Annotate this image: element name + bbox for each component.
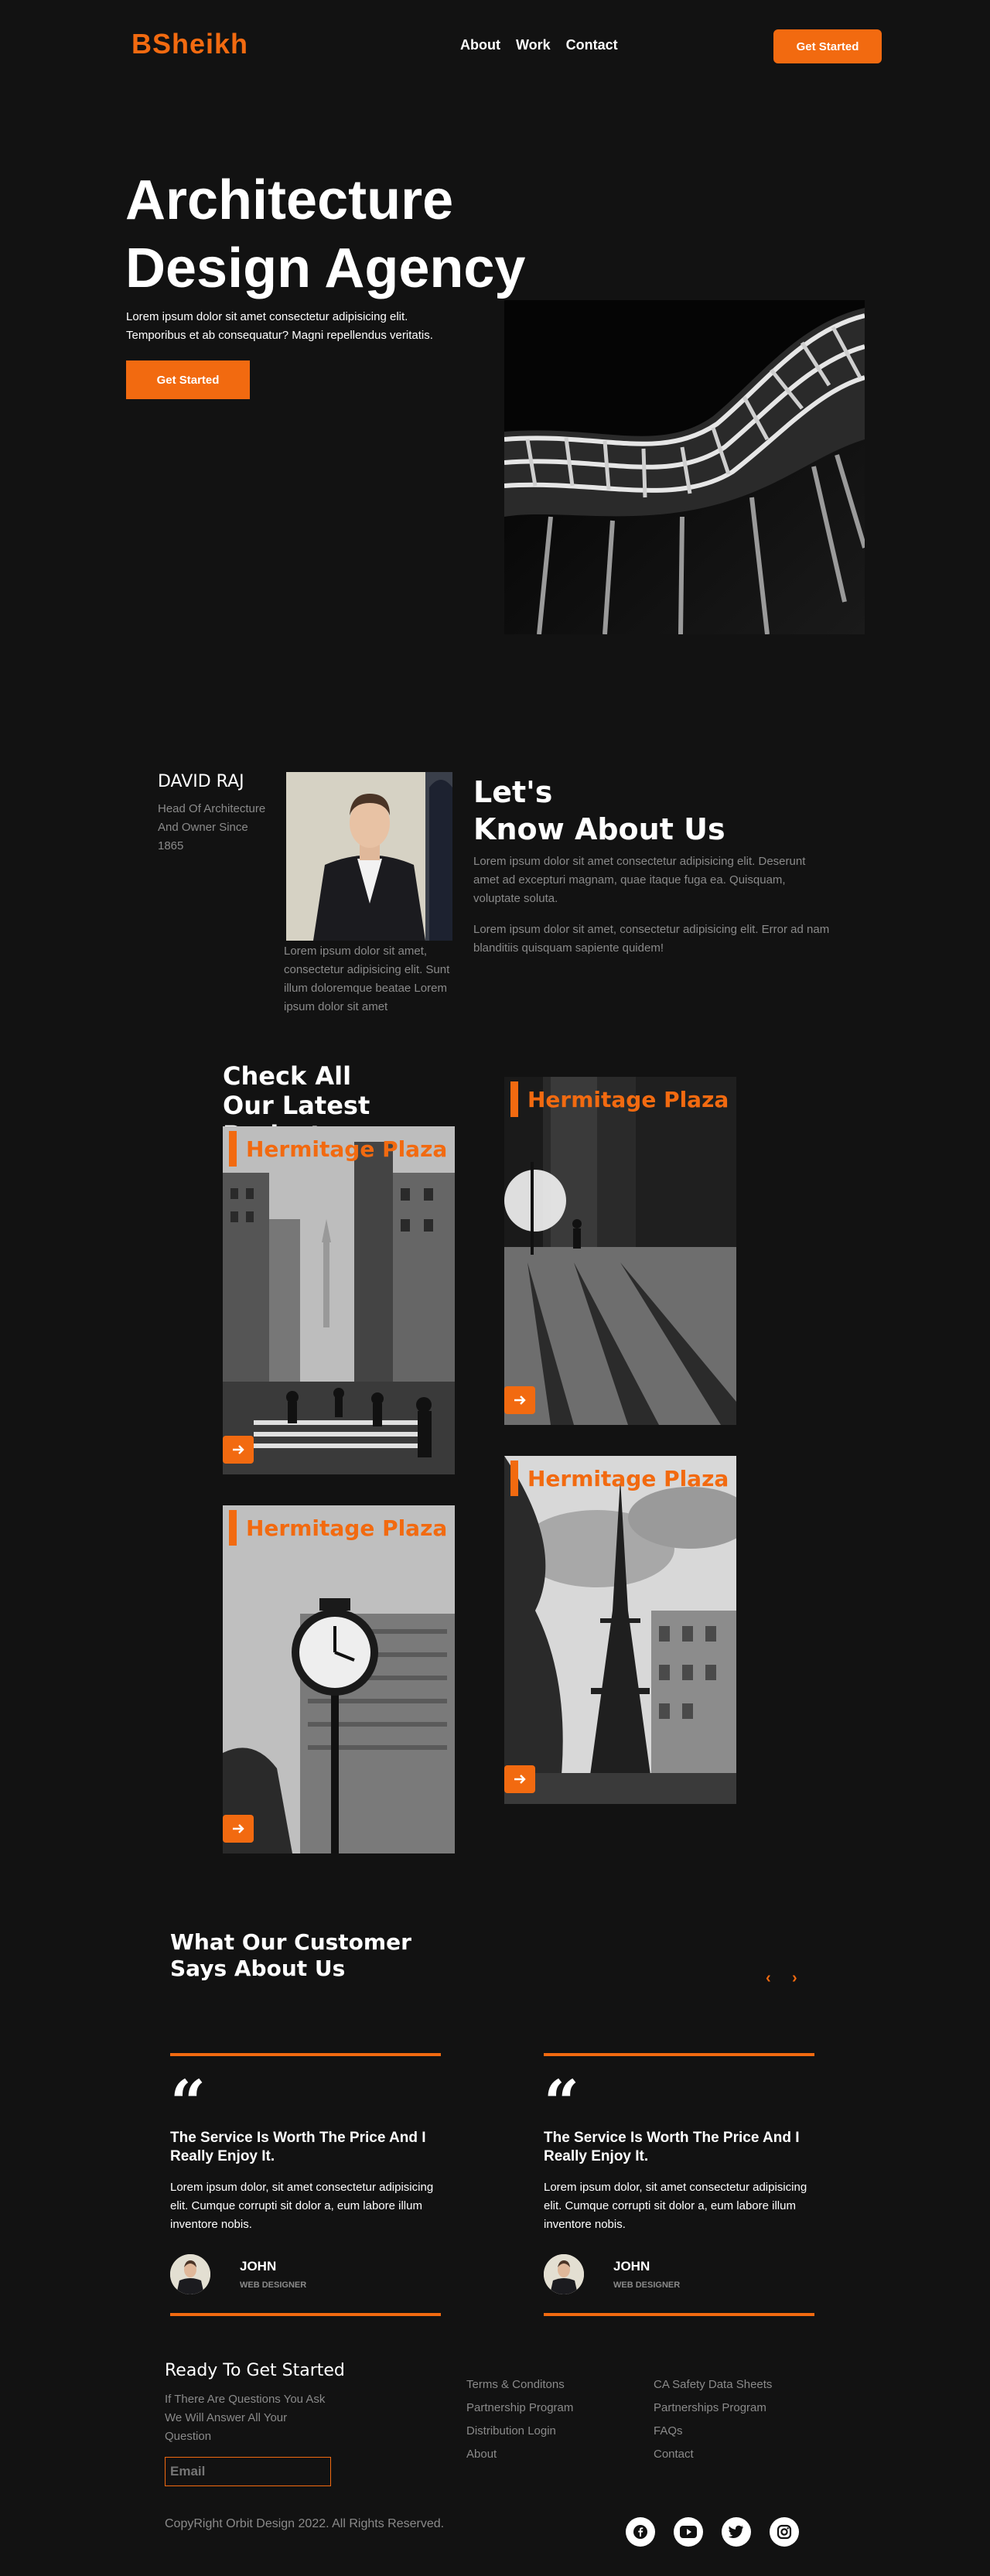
owner-photo — [286, 772, 452, 941]
hero-title: Architecture Design Agency — [125, 166, 667, 302]
hero-title-line: Design Agency — [125, 237, 526, 299]
footer-links-col1: Terms & Conditons Partnership Program Di… — [466, 2373, 573, 2466]
quote-icon: “ — [170, 2066, 207, 2139]
footer-link[interactable]: Contact — [654, 2443, 772, 2466]
hero-title-line: Architecture — [125, 169, 454, 231]
testimonial-card: “ The Service Is Worth The Price And I R… — [544, 2053, 814, 2316]
about-paragraph: Lorem ipsum dolor sit amet, consectetur … — [473, 923, 830, 955]
nav-link-contact[interactable]: Contact — [566, 37, 618, 53]
arrow-right-icon[interactable] — [504, 1386, 535, 1414]
testimonial-role: WEB DESIGNER — [240, 2280, 307, 2290]
project-tag: Hermitage Plaza — [510, 1461, 729, 1496]
footer-link[interactable]: Partnerships Program — [654, 2397, 772, 2420]
avatar — [544, 2254, 584, 2294]
project-tag: Hermitage Plaza — [510, 1081, 729, 1117]
footer-link[interactable]: About — [466, 2443, 573, 2466]
accent-bar — [510, 1461, 518, 1496]
twitter-icon[interactable] — [722, 2517, 751, 2547]
main-nav: About Work Contact — [460, 37, 618, 53]
youtube-icon[interactable] — [674, 2517, 703, 2547]
nav-link-work[interactable]: Work — [516, 37, 551, 53]
project-tag: Hermitage Plaza — [229, 1131, 447, 1167]
footer-link[interactable]: Distribution Login — [466, 2420, 573, 2443]
testimonial-role: WEB DESIGNER — [613, 2280, 681, 2290]
testimonial-body: Lorem ipsum dolor, sit amet consectetur … — [170, 2181, 434, 2231]
project-title: Hermitage Plaza — [527, 1086, 729, 1112]
get-started-button[interactable]: Get Started — [773, 29, 882, 63]
testimonial-body: Lorem ipsum dolor, sit amet consectetur … — [544, 2181, 807, 2231]
footer-subtitle: If There Are Questions You Ask We Will A… — [165, 2393, 326, 2443]
avatar — [170, 2254, 210, 2294]
project-title: Hermitage Plaza — [527, 1465, 729, 1491]
project-title: Hermitage Plaza — [246, 1515, 448, 1541]
project-card[interactable]: Hermitage Plaza — [504, 1077, 736, 1425]
testimonials-heading-line: What Our Customer — [170, 1929, 411, 1955]
about-heading-line: Know About Us — [473, 812, 725, 846]
accent-bar — [229, 1510, 237, 1546]
project-image — [504, 1077, 736, 1425]
owner-role: Head Of Architecture And Owner Since 186… — [158, 802, 266, 852]
footer-link[interactable]: Terms & Conditons — [466, 2373, 573, 2397]
facebook-icon[interactable] — [626, 2517, 655, 2547]
testimonial-name: JOHN — [240, 2259, 277, 2274]
footer-link[interactable]: Partnership Program — [466, 2397, 573, 2420]
project-card[interactable]: Hermitage Plaza — [223, 1126, 455, 1474]
instagram-icon[interactable] — [770, 2517, 799, 2547]
projects-heading-line: Check All — [223, 1061, 352, 1091]
testimonials-heading: What Our Customer Says About Us — [170, 1929, 418, 1982]
arrow-right-icon[interactable] — [504, 1765, 535, 1793]
accent-bar — [510, 1081, 518, 1117]
footer-links-col2: CA Safety Data Sheets Partnerships Progr… — [654, 2373, 772, 2466]
project-card[interactable]: Hermitage Plaza — [223, 1505, 455, 1853]
footer-link[interactable]: CA Safety Data Sheets — [654, 2373, 772, 2397]
nav-link-about[interactable]: About — [460, 37, 500, 53]
testimonial-quote: The Service Is Worth The Price And I Rea… — [170, 2130, 426, 2164]
hero-get-started-button[interactable]: Get Started — [126, 360, 250, 399]
arrow-right-icon[interactable] — [223, 1815, 254, 1843]
chevron-right-icon[interactable]: › — [792, 1970, 797, 1987]
about-heading: Let's Know About Us — [473, 774, 767, 848]
project-image — [223, 1505, 455, 1853]
footer-link[interactable]: FAQs — [654, 2420, 772, 2443]
owner-caption: Lorem ipsum dolor sit amet, consectetur … — [284, 945, 450, 1013]
testimonial-name: JOHN — [613, 2259, 650, 2274]
quote-icon: “ — [544, 2066, 580, 2139]
project-image — [223, 1126, 455, 1474]
testimonial-card: “ The Service Is Worth The Price And I R… — [170, 2053, 441, 2316]
email-field[interactable] — [165, 2457, 331, 2486]
project-image — [504, 1456, 736, 1804]
about-paragraph: Lorem ipsum dolor sit amet consectetur a… — [473, 855, 806, 905]
testimonial-quote: The Service Is Worth The Price And I Rea… — [544, 2130, 800, 2164]
copyright: CopyRight Orbit Design 2022. All Rights … — [165, 2517, 445, 2530]
project-tag: Hermitage Plaza — [229, 1510, 447, 1546]
owner-name: DAVID RAJ — [158, 772, 244, 791]
about-heading-line: Let's — [473, 775, 553, 809]
project-card[interactable]: Hermitage Plaza — [504, 1456, 736, 1804]
accent-bar — [229, 1131, 237, 1167]
footer-title: Ready To Get Started — [165, 2361, 345, 2380]
arrow-right-icon[interactable] — [223, 1436, 254, 1464]
testimonials-heading-line: Says About Us — [170, 1956, 346, 1981]
hero-building-image — [504, 300, 865, 634]
brand-logo[interactable]: BSheikh — [131, 28, 248, 60]
hero-subtitle: Lorem ipsum dolor sit amet consectetur a… — [126, 310, 433, 342]
chevron-left-icon[interactable]: ‹ — [766, 1970, 771, 1987]
project-title: Hermitage Plaza — [246, 1136, 448, 1162]
